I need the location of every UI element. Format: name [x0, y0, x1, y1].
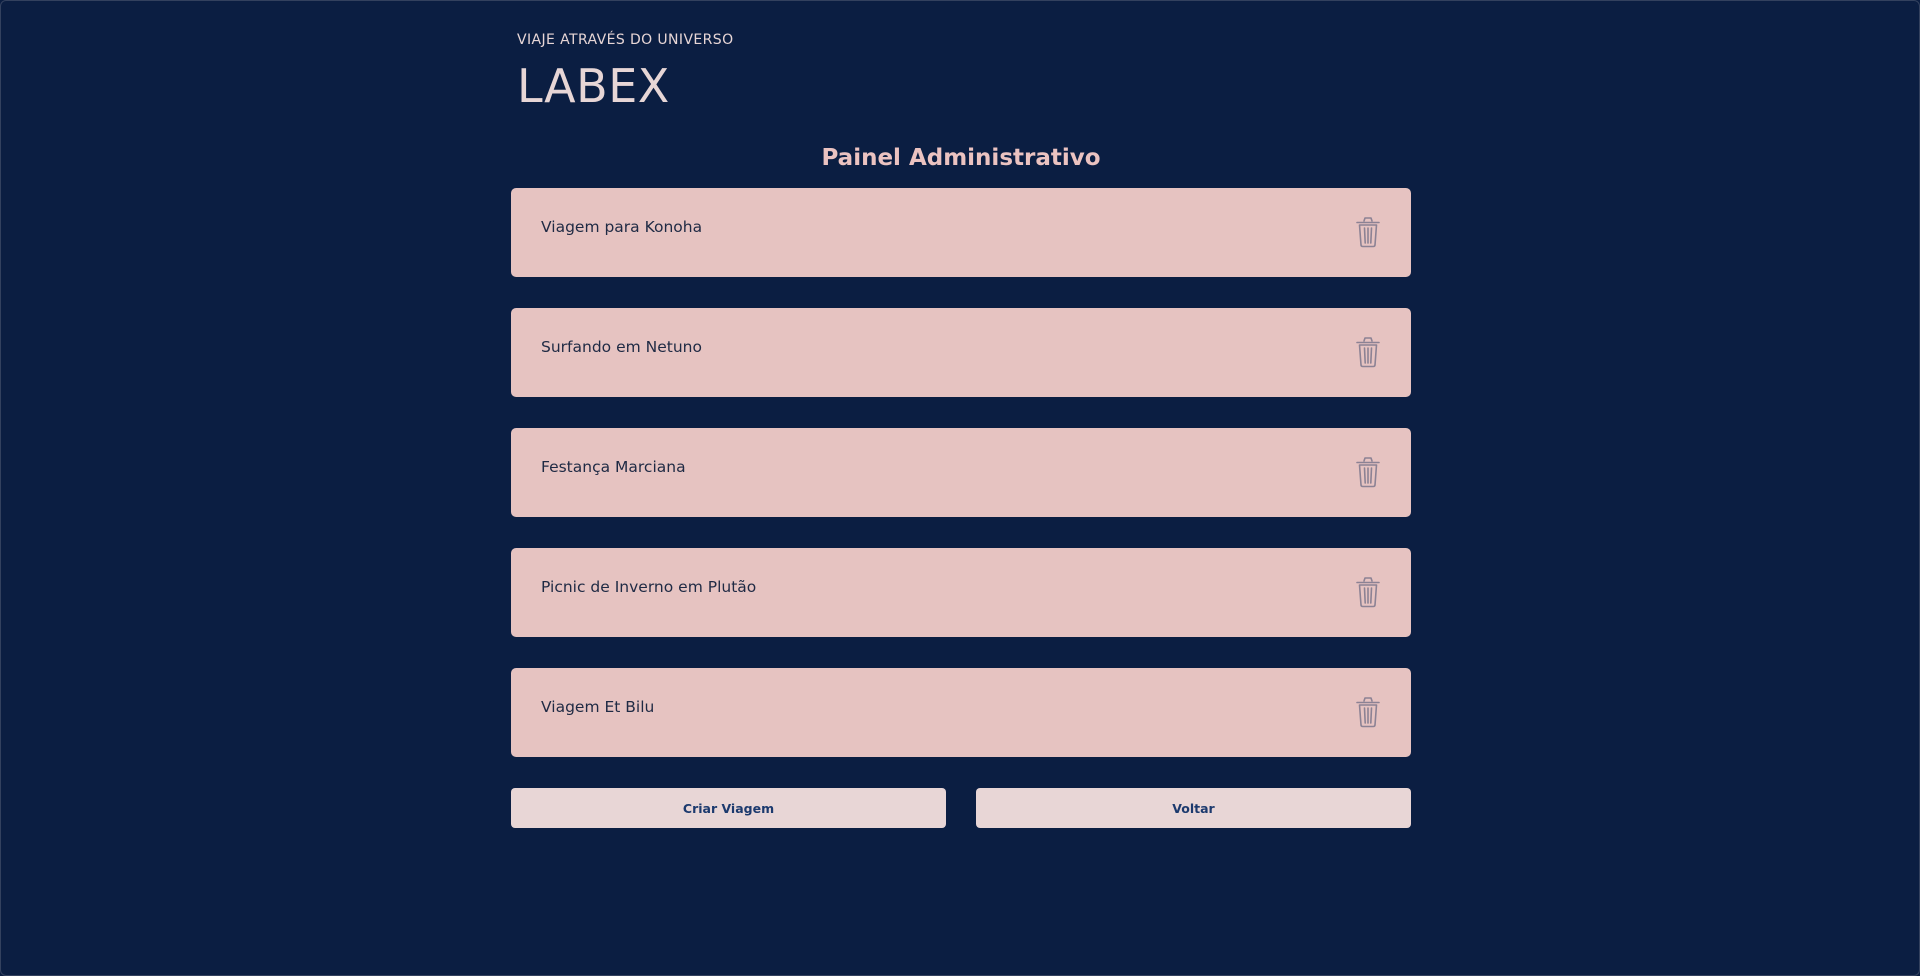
trip-name: Viagem para Konoha	[541, 218, 703, 237]
action-bar: Criar Viagem Voltar	[511, 788, 1411, 829]
trash-icon[interactable]	[1355, 216, 1381, 248]
page-title: Painel Administrativo	[821, 145, 1101, 171]
trip-card[interactable]: Festança Marciana	[511, 428, 1411, 518]
trip-card[interactable]: Viagem Et Bilu	[511, 668, 1411, 758]
trip-name: Picnic de Inverno em Plutão	[541, 578, 757, 597]
trip-card[interactable]: Surfando em Netuno	[511, 308, 1411, 398]
create-trip-button[interactable]: Criar Viagem	[511, 788, 946, 829]
trip-name: Surfando em Netuno	[541, 338, 702, 357]
trash-icon[interactable]	[1355, 456, 1381, 488]
main-container: VIAJE ATRAVÉS DO UNIVERSO LABEX Painel A…	[511, 1, 1411, 829]
trash-icon[interactable]	[1355, 336, 1381, 368]
app-window: VIAJE ATRAVÉS DO UNIVERSO LABEX Painel A…	[0, 0, 1920, 976]
back-button[interactable]: Voltar	[976, 788, 1411, 829]
trash-icon[interactable]	[1355, 576, 1381, 608]
header: VIAJE ATRAVÉS DO UNIVERSO LABEX	[511, 1, 1411, 113]
trip-list: Viagem para Konoha Surfando em Netuno Fe…	[511, 188, 1411, 758]
trip-card[interactable]: Viagem para Konoha	[511, 188, 1411, 278]
logo[interactable]: LABEX	[517, 59, 1411, 113]
trash-icon[interactable]	[1355, 696, 1381, 728]
trip-name: Festança Marciana	[541, 458, 686, 477]
trip-name: Viagem Et Bilu	[541, 698, 655, 717]
trip-card[interactable]: Picnic de Inverno em Plutão	[511, 548, 1411, 638]
tagline: VIAJE ATRAVÉS DO UNIVERSO	[517, 32, 734, 48]
